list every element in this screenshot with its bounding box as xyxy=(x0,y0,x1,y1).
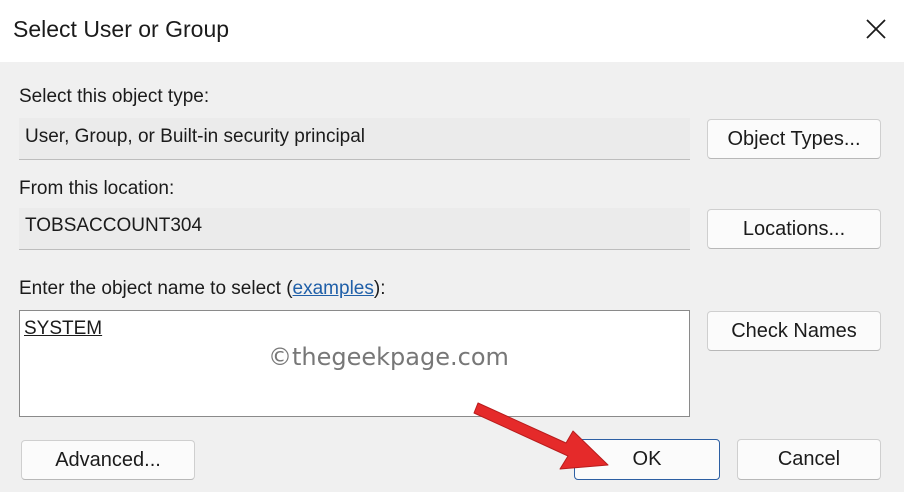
object-types-button[interactable]: Object Types... xyxy=(707,119,881,159)
object-type-value: User, Group, or Built-in security princi… xyxy=(25,126,366,147)
location-field: TOBSACCOUNT304 xyxy=(19,208,690,250)
object-type-field: User, Group, or Built-in security princi… xyxy=(19,118,690,160)
locations-button[interactable]: Locations... xyxy=(707,209,881,249)
object-name-label: Enter the object name to select (example… xyxy=(19,278,385,300)
advanced-button[interactable]: Advanced... xyxy=(21,440,195,480)
close-button[interactable] xyxy=(850,4,900,52)
watermark: ©thegeekpage.com xyxy=(268,343,509,371)
location-value: TOBSACCOUNT304 xyxy=(25,215,203,236)
check-names-button[interactable]: Check Names xyxy=(707,311,881,351)
dialog-title: Select User or Group xyxy=(13,16,230,42)
red-arrow-icon xyxy=(473,402,609,470)
select-user-or-group-dialog: Select User or Group Select this object … xyxy=(0,0,904,492)
object-name-label-prefix: Enter the object name to select ( xyxy=(19,278,293,299)
object-name-value: SYSTEM xyxy=(24,318,103,339)
object-name-label-suffix: ): xyxy=(373,278,386,299)
object-type-label: Select this object type: xyxy=(19,86,210,107)
close-icon xyxy=(866,19,886,39)
location-label: From this location: xyxy=(19,178,175,199)
examples-link[interactable]: examples xyxy=(293,278,374,299)
title-bar: Select User or Group xyxy=(0,0,904,62)
cancel-button[interactable]: Cancel xyxy=(737,439,881,480)
